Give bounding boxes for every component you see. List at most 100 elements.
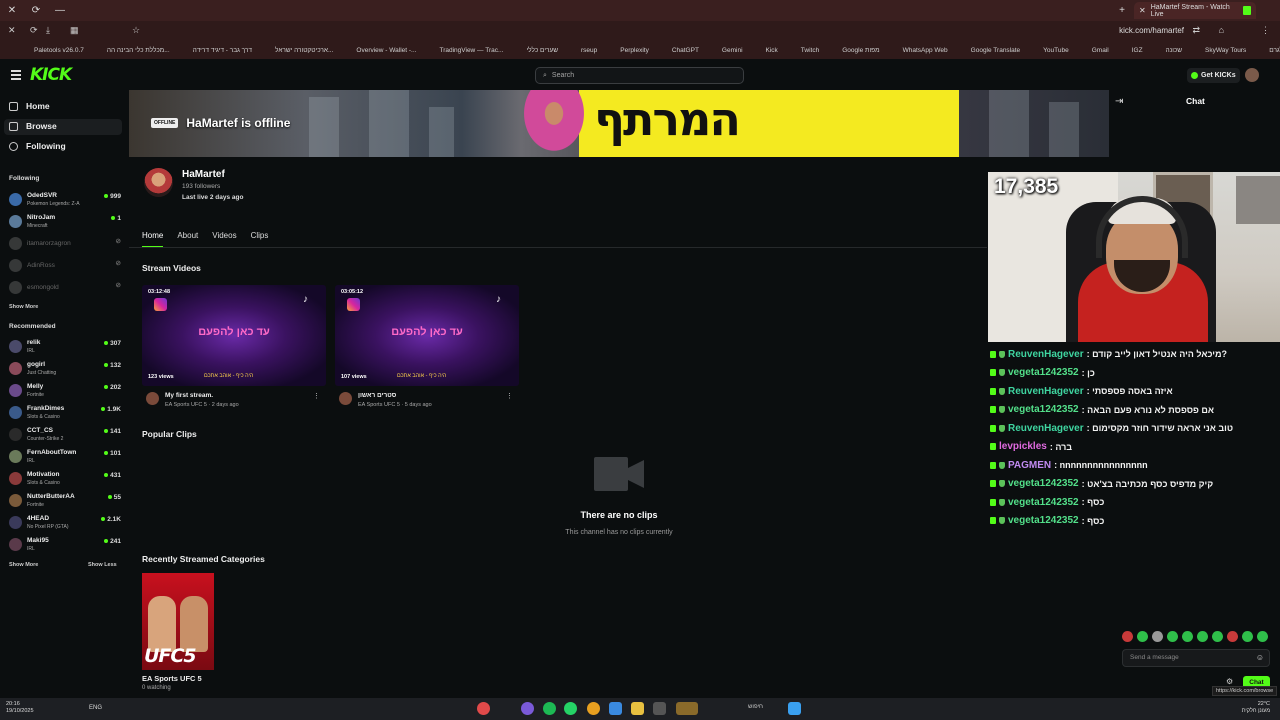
collapse-chat-icon[interactable]: ⇥ [1115,96,1123,107]
chrome-icon[interactable] [587,702,600,715]
emote-icon[interactable] [1182,631,1193,642]
user-avatar[interactable] [1245,68,1259,82]
emote-icon[interactable] [1167,631,1178,642]
settings-icon[interactable]: ⇄ [1192,25,1200,36]
video-thumbnail[interactable]: 03:05:12 ♪ עד כאן להפעם היה כיף - אוהב אתכם… [335,285,519,386]
chat-username[interactable]: vegeta1242352 [1008,404,1079,415]
sidebar-channel-melly[interactable]: Melly Fortnite 202 [9,381,121,401]
bookmark-item[interactable]: שכונה [1166,47,1183,54]
bookmark-item[interactable]: IGZ [1132,47,1143,54]
folder-icon[interactable] [631,702,644,715]
video-card[interactable]: 03:12:48 ♪ עד כאן להפעם היה כיף - אוהב אתכם… [142,285,326,412]
sidebar-channel-esmongold[interactable]: esmongold ⊘ [9,278,121,298]
chat-username[interactable]: vegeta1242352 [1008,367,1079,378]
chat-username[interactable]: ReuvenHagever [1008,386,1084,397]
store-icon[interactable] [609,702,622,715]
emote-icon[interactable] [1137,631,1148,642]
show-more-following[interactable]: Show More [9,304,38,310]
bookmark-item[interactable]: Gmail [1092,47,1109,54]
windows-start-icon[interactable] [788,702,801,715]
weather-widget[interactable]: 22°C מעונן חלקית [1242,701,1270,715]
sidebar-channel-cct_cs[interactable]: CCT_CS Counter-Strike 2 141 [9,425,121,445]
sidebar-channel-itamarorzagron[interactable]: itamarorzagron ⊘ [9,234,121,254]
bookmark-item[interactable]: מכללת כלי הבינה הה... [107,47,170,54]
kick-logo[interactable]: KICK [30,65,72,85]
bookmark-item[interactable]: ארכיטקטורה ישראל... [275,47,333,54]
emote-icon[interactable] [1197,631,1208,642]
close-icon[interactable]: ✕ [8,25,16,36]
chat-username[interactable]: PAGMEN [1008,460,1051,471]
more-options-icon[interactable]: ⋮ [313,392,320,400]
bookmark-item[interactable]: Perplexity [620,47,649,54]
bookmark-star-icon[interactable]: ☆ [132,25,140,36]
search-input[interactable]: ⌕ Search [535,67,744,84]
show-more-recommended[interactable]: Show More [9,562,38,568]
menu-icon[interactable]: ⋮ [1261,25,1270,36]
taskbar-search[interactable]: חיפוש [748,704,763,710]
emote-icon[interactable] [1122,631,1133,642]
emote-icon[interactable] [1257,631,1268,642]
sidebar-channel-nitrojam[interactable]: NitroJam Minecraft 1 [9,212,121,232]
chat-username[interactable]: ReuvenHagever [1008,423,1084,434]
emote-icon[interactable] [1242,631,1253,642]
chat-input[interactable]: Send a message ☺ [1122,649,1270,667]
tab-clips[interactable]: Clips [251,231,269,248]
back-icon[interactable]: ⟳ [24,5,48,16]
hamburger-menu-icon[interactable] [11,70,21,82]
sidebar-channel-maki95[interactable]: Maki95 IRL 241 [9,535,121,555]
sidebar-channel-gogirl[interactable]: gogirl Just Chatting 132 [9,359,121,379]
bookmark-item[interactable]: YouTube [1043,47,1069,54]
sidebar-channel-frankdimes[interactable]: FrankDimes Slots & Casino 1.9K [9,403,121,423]
bookmark-item[interactable]: מורדת מדוגמא לטלגרם [1269,47,1280,54]
bookmark-item[interactable]: Google Translate [971,47,1021,54]
emote-icon[interactable] [1227,631,1238,642]
tab-videos[interactable]: Videos [212,231,236,248]
tab-about[interactable]: About [177,231,198,248]
bookmark-item[interactable]: TradingView — Trac... [439,47,503,54]
nav-following[interactable]: Following [9,141,66,151]
chat-username[interactable]: ReuvenHagever [1008,349,1084,360]
bookmark-item[interactable]: Overview - Wallet -... [356,47,416,54]
bookmark-item[interactable]: שערים כללי [526,47,558,54]
tab-close-icon[interactable]: ✕ [1139,6,1146,15]
sidebar-channel-nutterbutteraa[interactable]: NutterButterAA Fortnite 55 [9,491,121,511]
language-indicator[interactable]: ENG [89,705,102,711]
app-icon[interactable] [676,702,698,715]
bookmark-item[interactable]: Kick [766,47,778,54]
bookmark-item[interactable]: SkyWay Tours [1205,47,1246,54]
video-title[interactable]: סטרים ראשון [358,392,396,399]
sidebar-channel-4head[interactable]: 4HEAD No Pixel RP (GTA) 2.1K [9,513,121,533]
url-field[interactable]: kick.com/hamartef [1119,26,1184,35]
video-title[interactable]: My first stream. [165,392,213,399]
video-card[interactable]: 03:05:12 ♪ עד כאן להפעם היה כיף - אוהב אתכם… [335,285,519,412]
reload-icon[interactable]: ⟳ [30,25,38,36]
sidebar-channel-relik[interactable]: relik IRL 307 [9,337,121,357]
whatsapp-icon[interactable] [564,702,577,715]
chat-username[interactable]: levpickles [999,441,1047,452]
nav-browse[interactable]: Browse [9,121,57,131]
extension-icon[interactable]: ▦ [70,25,79,36]
nav-home[interactable]: Home [9,101,50,111]
app-icon[interactable] [477,702,490,715]
minimize-icon[interactable]: — [48,5,72,16]
bookmark-item[interactable]: דרך גבר - דיגיד דרידה [193,47,252,54]
more-options-icon[interactable]: ⋮ [506,392,513,400]
get-kicks-button[interactable]: Get KICKs [1187,68,1240,83]
download-icon[interactable]: ⤓ [46,25,50,36]
active-tab[interactable]: ✕ HaMartef Stream - Watch Live [1134,2,1256,19]
new-tab-icon[interactable]: + [1110,5,1134,16]
video-thumbnail[interactable]: 03:12:48 ♪ עד כאן להפעם היה כיף - אוהב אתכם… [142,285,326,386]
sidebar-channel-odedsvr[interactable]: OdedSVR Pokemon Legends: Z-A 999 [9,190,121,210]
sidebar-channel-adinross[interactable]: AdinRoss ⊘ [9,256,121,276]
chat-username[interactable]: vegeta1242352 [1008,497,1079,508]
bookmark-item[interactable]: Google מפות [842,47,879,54]
discord-icon[interactable] [521,702,534,715]
bookmark-item[interactable]: rseup [581,47,597,54]
bookmark-item[interactable]: WhatsApp Web [903,47,948,54]
emote-icon[interactable] [1152,631,1163,642]
bookmark-item[interactable]: Twitch [801,47,819,54]
channel-avatar[interactable] [144,168,173,197]
chat-username[interactable]: vegeta1242352 [1008,478,1079,489]
chat-settings-icon[interactable]: ⚙ [1226,677,1233,686]
bookmark-item[interactable]: Paletools v26.0.7 [34,47,84,54]
